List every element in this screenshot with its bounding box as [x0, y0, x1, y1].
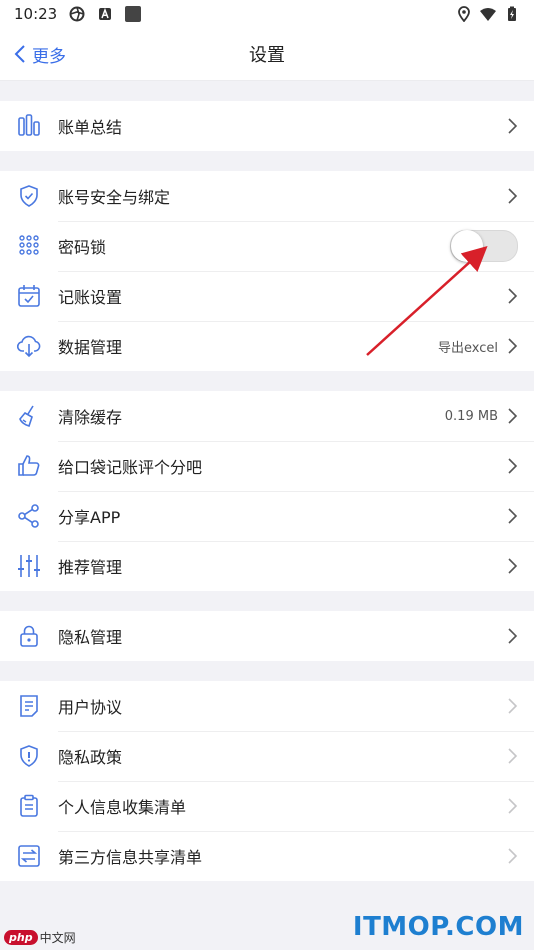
share-icon	[16, 503, 42, 529]
broom-icon	[16, 403, 42, 429]
battery-icon	[508, 6, 516, 21]
itmop-watermark: ITMOP.COM	[352, 912, 524, 942]
bottom-area: php 中文网 ITMOP.COM	[0, 902, 534, 950]
calendar-check-icon	[16, 283, 42, 309]
settings-row[interactable]: 推荐管理	[0, 541, 534, 591]
settings-row[interactable]: 数据管理 导出excel	[0, 321, 534, 371]
chevron-right-icon	[508, 188, 518, 204]
settings-row-label: 用户协议	[58, 698, 123, 717]
settings-row[interactable]: 用户协议	[0, 681, 534, 731]
settings-row-label: 记账设置	[58, 288, 123, 307]
toggle-knob	[451, 230, 483, 262]
font-a-icon	[99, 7, 112, 20]
back-label: 更多	[32, 46, 66, 67]
settings-row-label: 账单总结	[58, 118, 123, 137]
page-title: 设置	[249, 45, 285, 66]
php-watermark: php 中文网	[4, 929, 76, 946]
thumbs-up-icon	[16, 453, 42, 479]
bar-chart-icon	[16, 113, 42, 139]
status-bar: 10:23	[0, 0, 534, 28]
sliders-icon	[16, 553, 42, 579]
chevron-right-icon	[508, 628, 518, 644]
settings-group: 账号安全与绑定 密码锁记账设置数据管理 导出excel	[0, 171, 534, 371]
settings-row[interactable]: 记账设置	[0, 271, 534, 321]
settings-row[interactable]: 分享APP	[0, 491, 534, 541]
settings-row-label: 账号安全与绑定	[58, 188, 171, 207]
chevron-right-icon	[508, 848, 518, 864]
cloud-download-icon	[16, 333, 42, 359]
settings-row-value: 导出excel	[438, 340, 498, 356]
chevron-right-icon	[508, 338, 518, 354]
settings-row[interactable]: 密码锁	[0, 221, 534, 271]
settings-row[interactable]: 账号安全与绑定	[0, 171, 534, 221]
chevron-right-icon	[508, 408, 518, 424]
chevron-right-icon	[508, 798, 518, 814]
settings-row-label: 第三方信息共享清单	[58, 848, 203, 867]
settings-row[interactable]: 第三方信息共享清单	[0, 831, 534, 881]
chevron-left-icon	[14, 45, 25, 63]
square-app-icon	[125, 6, 142, 22]
settings-row-label: 数据管理	[58, 338, 123, 357]
chevron-right-icon	[508, 698, 518, 714]
lock-icon	[16, 623, 42, 649]
location-icon	[458, 6, 470, 22]
settings-row-label: 隐私政策	[58, 748, 123, 767]
shield-info-icon	[16, 743, 42, 769]
settings-row[interactable]: 给口袋记账评个分吧	[0, 441, 534, 491]
settings-row-label: 个人信息收集清单	[58, 798, 187, 817]
clipboard-icon	[16, 793, 42, 819]
settings-row-label: 密码锁	[58, 238, 107, 257]
chevron-right-icon	[508, 748, 518, 764]
back-button[interactable]: 更多	[14, 42, 66, 67]
password-lock-toggle[interactable]	[450, 230, 518, 262]
keypad-icon	[16, 233, 42, 259]
settings-row[interactable]: 清除缓存 0.19 MB	[0, 391, 534, 441]
settings-list: 账单总结账号安全与绑定 密码锁记账设置数据管理 导出excel 清除缓存 0.19 MB…	[0, 81, 534, 881]
settings-row-label: 推荐管理	[58, 558, 123, 577]
nav-bar: 更多 设置	[0, 28, 534, 81]
chevron-right-icon	[508, 118, 518, 134]
status-time: 10:23	[14, 5, 58, 23]
swap-icon	[16, 843, 42, 869]
chevron-right-icon	[508, 288, 518, 304]
settings-group: 隐私管理	[0, 611, 534, 661]
settings-row-label: 隐私管理	[58, 628, 123, 647]
php-watermark-text: 中文网	[39, 931, 76, 945]
settings-row[interactable]: 隐私政策	[0, 731, 534, 781]
settings-row-label: 清除缓存	[58, 408, 123, 427]
chevron-right-icon	[508, 458, 518, 474]
php-badge: php	[4, 930, 38, 945]
settings-group: 账单总结	[0, 101, 534, 151]
settings-group: 清除缓存 0.19 MB 给口袋记账评个分吧 分享APP 推荐管理	[0, 391, 534, 591]
settings-row[interactable]: 个人信息收集清单	[0, 781, 534, 831]
settings-row[interactable]: 隐私管理	[0, 611, 534, 661]
chevron-right-icon	[508, 558, 518, 574]
settings-group: 用户协议隐私政策个人信息收集清单 第三方信息共享清单	[0, 681, 534, 881]
aperture-icon	[69, 6, 85, 22]
settings-row-label: 分享APP	[58, 508, 121, 527]
settings-row-label: 给口袋记账评个分吧	[58, 458, 203, 477]
shield-check-icon	[16, 183, 42, 209]
document-icon	[16, 693, 42, 719]
settings-row[interactable]: 账单总结	[0, 101, 534, 151]
settings-row-value: 0.19 MB	[444, 408, 498, 424]
wifi-icon	[480, 8, 496, 21]
chevron-right-icon	[508, 508, 518, 524]
